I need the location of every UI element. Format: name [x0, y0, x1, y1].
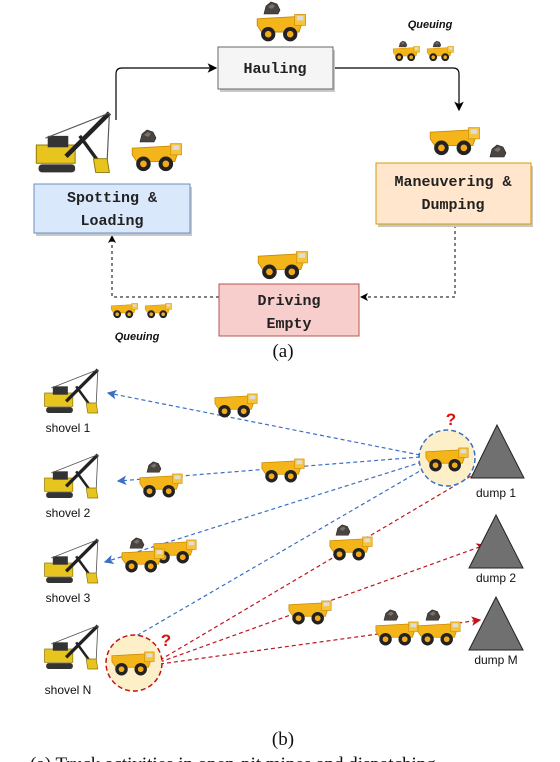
queued-truck-icon [392, 46, 420, 62]
state-spotting-label-1: Spotting & [67, 190, 157, 207]
figure-caption-fragment: (a) Truck activities in open-pit mines a… [30, 754, 436, 762]
arrow-hauling-to-dumping [334, 67, 464, 112]
dump-2-label: dump 2 [476, 571, 516, 585]
state-spotting-label-2: Loading [80, 213, 143, 230]
question-mark-shovel: ? [161, 631, 171, 650]
shovel-1-label: shovel 1 [46, 421, 91, 435]
empty-truck-icon [257, 251, 309, 280]
question-mark-dump: ? [446, 410, 456, 429]
state-hauling: Hauling [217, 46, 335, 92]
queued-empty-truck-icon [110, 303, 138, 319]
empty-truck-icon [288, 600, 332, 625]
state-maneuvering-label-1: Maneuvering & [394, 174, 511, 191]
dump-1-label: dump 1 [476, 486, 516, 500]
state-spotting-loading: Spotting & Loading [33, 183, 192, 236]
rock-icon [432, 40, 442, 48]
empty-truck-icon [214, 393, 258, 418]
rock-icon [425, 609, 441, 621]
state-hauling-label: Hauling [243, 61, 306, 78]
shovel-n-label: shovel N [45, 683, 92, 697]
caption-a: (a) [272, 341, 293, 362]
panel-b: dump 1 dump 2 dump M shovel 1 shovel 2 s… [45, 370, 525, 750]
state-maneuvering-dumping: Maneuvering & Dumping [375, 162, 533, 227]
state-maneuvering-label-2: Dumping [421, 197, 484, 214]
empty-truck-icon [261, 458, 305, 483]
loaded-truck-icon [375, 621, 419, 646]
rock-icon [383, 609, 399, 621]
queuing-label-bottom: Queuing [115, 331, 160, 343]
loaded-truck-icon [121, 548, 165, 573]
rock-icon [146, 461, 162, 473]
loaded-truck-icon [417, 621, 461, 646]
shovel-icon [36, 113, 109, 172]
rock-icon [398, 40, 408, 48]
shovel-2-label: shovel 2 [46, 506, 91, 520]
dumping-truck-icon [429, 127, 481, 156]
arrow-loading-to-hauling [115, 63, 218, 120]
dump-m-icon [468, 595, 524, 651]
state-driving-label-1: Driving [257, 293, 320, 310]
diagram: Hauling Maneuvering & Dumping Driving Em… [30, 1, 533, 762]
shovel-n-icon [45, 626, 98, 669]
caption-b: (b) [272, 729, 294, 750]
queued-truck-icon [426, 46, 454, 62]
panel-a: Hauling Maneuvering & Dumping Driving Em… [33, 1, 533, 362]
route-to-shovel-1 [106, 389, 421, 456]
dump-2-icon [468, 513, 524, 569]
loading-truck-icon [131, 143, 183, 172]
dump-1-icon [470, 423, 525, 479]
rock-icon [129, 537, 145, 549]
rock-icon [335, 524, 351, 536]
shovel-1-icon [45, 370, 98, 413]
rock-icon [263, 1, 281, 15]
loaded-truck-icon [329, 536, 373, 561]
arrow-dumping-to-driving [360, 225, 456, 301]
shovel-2-icon [45, 455, 98, 498]
queuing-label-top: Queuing [408, 19, 453, 31]
loaded-truck-icon [256, 13, 307, 42]
shovel-3-label: shovel 3 [46, 591, 91, 605]
dump-m-label: dump M [474, 653, 517, 667]
arrow-driving-to-loading [108, 235, 219, 298]
rock-icon [489, 144, 507, 158]
rock-icon [139, 129, 157, 143]
state-driving-label-2: Empty [266, 316, 311, 333]
shovel-3-icon [45, 540, 98, 583]
queued-empty-truck-icon [144, 303, 172, 319]
state-driving-empty: Driving Empty [218, 283, 360, 337]
loaded-truck-icon [139, 473, 183, 498]
